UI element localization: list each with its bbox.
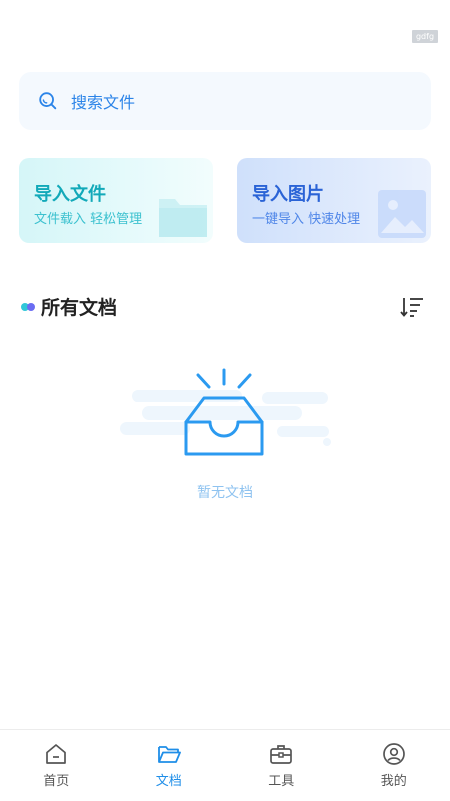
section-title: 所有文档 bbox=[41, 297, 118, 319]
import-files-title: 导入文件 bbox=[34, 184, 106, 205]
sort-icon[interactable] bbox=[400, 296, 424, 318]
search-bar[interactable]: 搜索文件 bbox=[19, 72, 431, 130]
empty-state-text: 暂无文档 bbox=[197, 485, 253, 501]
search-icon bbox=[39, 92, 57, 110]
import-files-subtitle: 文件载入 轻松管理 bbox=[34, 212, 143, 227]
tab-home-label: 首页 bbox=[43, 774, 70, 789]
section-dots bbox=[21, 302, 35, 311]
image-icon bbox=[378, 190, 426, 238]
tab-tools[interactable]: 工具 bbox=[225, 730, 338, 801]
section-header: 所有文档 bbox=[21, 293, 117, 320]
toolbox-icon bbox=[270, 745, 293, 764]
folder-open-icon bbox=[157, 746, 181, 763]
tab-tools-label: 工具 bbox=[268, 774, 295, 789]
import-images-card[interactable]: 导入图片 一键导入 快速处理 bbox=[237, 158, 431, 243]
import-files-card[interactable]: 导入文件 文件载入 轻松管理 bbox=[19, 158, 213, 243]
tab-profile[interactable]: 我的 bbox=[338, 730, 450, 801]
import-images-title: 导入图片 bbox=[252, 184, 324, 205]
empty-inbox-icon bbox=[120, 368, 331, 456]
tab-documents[interactable]: 文档 bbox=[113, 730, 226, 801]
user-icon bbox=[382, 743, 405, 765]
bottom-tab-bar: 首页 文档 工具 我的 bbox=[0, 729, 450, 801]
import-images-subtitle: 一键导入 快速处理 bbox=[252, 212, 361, 227]
home-icon bbox=[46, 744, 67, 764]
tab-documents-label: 文档 bbox=[155, 774, 182, 789]
tab-profile-label: 我的 bbox=[380, 774, 407, 789]
search-placeholder: 搜索文件 bbox=[71, 93, 136, 112]
tab-home[interactable]: 首页 bbox=[0, 730, 113, 801]
watermark-badge: gdfg bbox=[412, 30, 438, 43]
folder-icon bbox=[159, 199, 207, 237]
